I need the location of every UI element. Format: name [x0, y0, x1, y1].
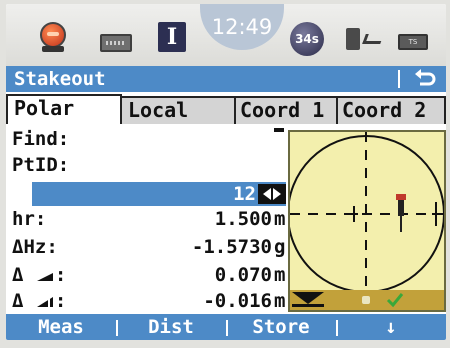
page-title: Stakeout: [14, 68, 106, 90]
battery-icon[interactable]: TS: [398, 34, 428, 50]
delta-horizontal-distance-label: Δ: [12, 264, 24, 286]
title-divider: [398, 70, 400, 88]
delta-horizontal-distance-field: Δ : 0.070 m: [12, 264, 286, 286]
delta-height-field: Δ : -0.016 m: [12, 290, 286, 312]
delta-hz-unit: g: [274, 236, 286, 258]
instrument-icon[interactable]: [344, 26, 384, 52]
input-mode-icon[interactable]: I: [158, 22, 186, 52]
device-bezel: I 12:49 34s TS Stakeout Coord 2 Coord 1 …: [0, 0, 450, 348]
status-bar: I 12:49 34s TS: [6, 4, 446, 66]
tab-coord-1[interactable]: Coord 1: [234, 96, 338, 124]
stakeout-graphic: [288, 130, 446, 312]
reflector-height-field[interactable]: hr: 1.500 m: [6, 208, 286, 234]
meas-button[interactable]: Meas: [6, 314, 116, 340]
point-id-selector[interactable]: 12: [32, 182, 286, 206]
delta-hz-label: ΔHz:: [12, 236, 58, 258]
reflector-height-label: hr:: [12, 208, 47, 230]
gps-status-icon[interactable]: [36, 18, 70, 52]
page-down-arrow-icon[interactable]: ↓: [336, 314, 446, 340]
delta-height-unit: m: [274, 290, 286, 312]
horizontal-distance-icon: [36, 272, 53, 281]
delta-height-label: Δ: [12, 290, 24, 312]
reflector-height-unit: m: [274, 208, 286, 230]
delta-height-value: -0.016: [203, 290, 272, 312]
timer-icon[interactable]: 34s: [290, 22, 324, 56]
device-screen: I 12:49 34s TS Stakeout Coord 2 Coord 1 …: [6, 4, 446, 340]
softkey-bar: Meas Dist Store ↓: [6, 314, 446, 340]
memory-card-icon[interactable]: [100, 34, 132, 52]
reflector-height-value: 1.500: [214, 208, 272, 230]
delta-horizontal-distance-unit: m: [274, 264, 286, 286]
dist-button[interactable]: Dist: [116, 314, 226, 340]
store-button[interactable]: Store: [226, 314, 336, 340]
tab-local[interactable]: Local: [120, 96, 236, 124]
tab-coord-2[interactable]: Coord 2: [336, 96, 446, 124]
point-id-field[interactable]: PtID:: [6, 154, 286, 180]
height-difference-icon: [36, 296, 53, 307]
point-id-label: PtID:: [12, 154, 70, 176]
delta-hz-value: -1.5730: [191, 236, 272, 258]
delta-horizontal-distance-value: 0.070: [214, 264, 272, 286]
crosshair-graphic: [290, 132, 444, 293]
return-arrow-icon[interactable]: [410, 66, 440, 92]
tab-bar: Coord 2 Coord 1 Local Polar: [6, 94, 446, 124]
find-field[interactable]: Find:: [6, 128, 286, 154]
clock-time: 12:49: [200, 4, 284, 50]
tab-polar[interactable]: Polar: [6, 94, 122, 124]
graphic-status-bar: [290, 290, 444, 310]
point-id-value: 12: [233, 183, 256, 205]
delta-hz-field: ΔHz: -1.5730 g: [6, 236, 286, 262]
find-field-marker: [274, 128, 284, 132]
find-label: Find:: [12, 128, 70, 150]
title-bar: Stakeout: [6, 66, 446, 92]
list-scroll-arrows-icon[interactable]: [258, 184, 286, 204]
